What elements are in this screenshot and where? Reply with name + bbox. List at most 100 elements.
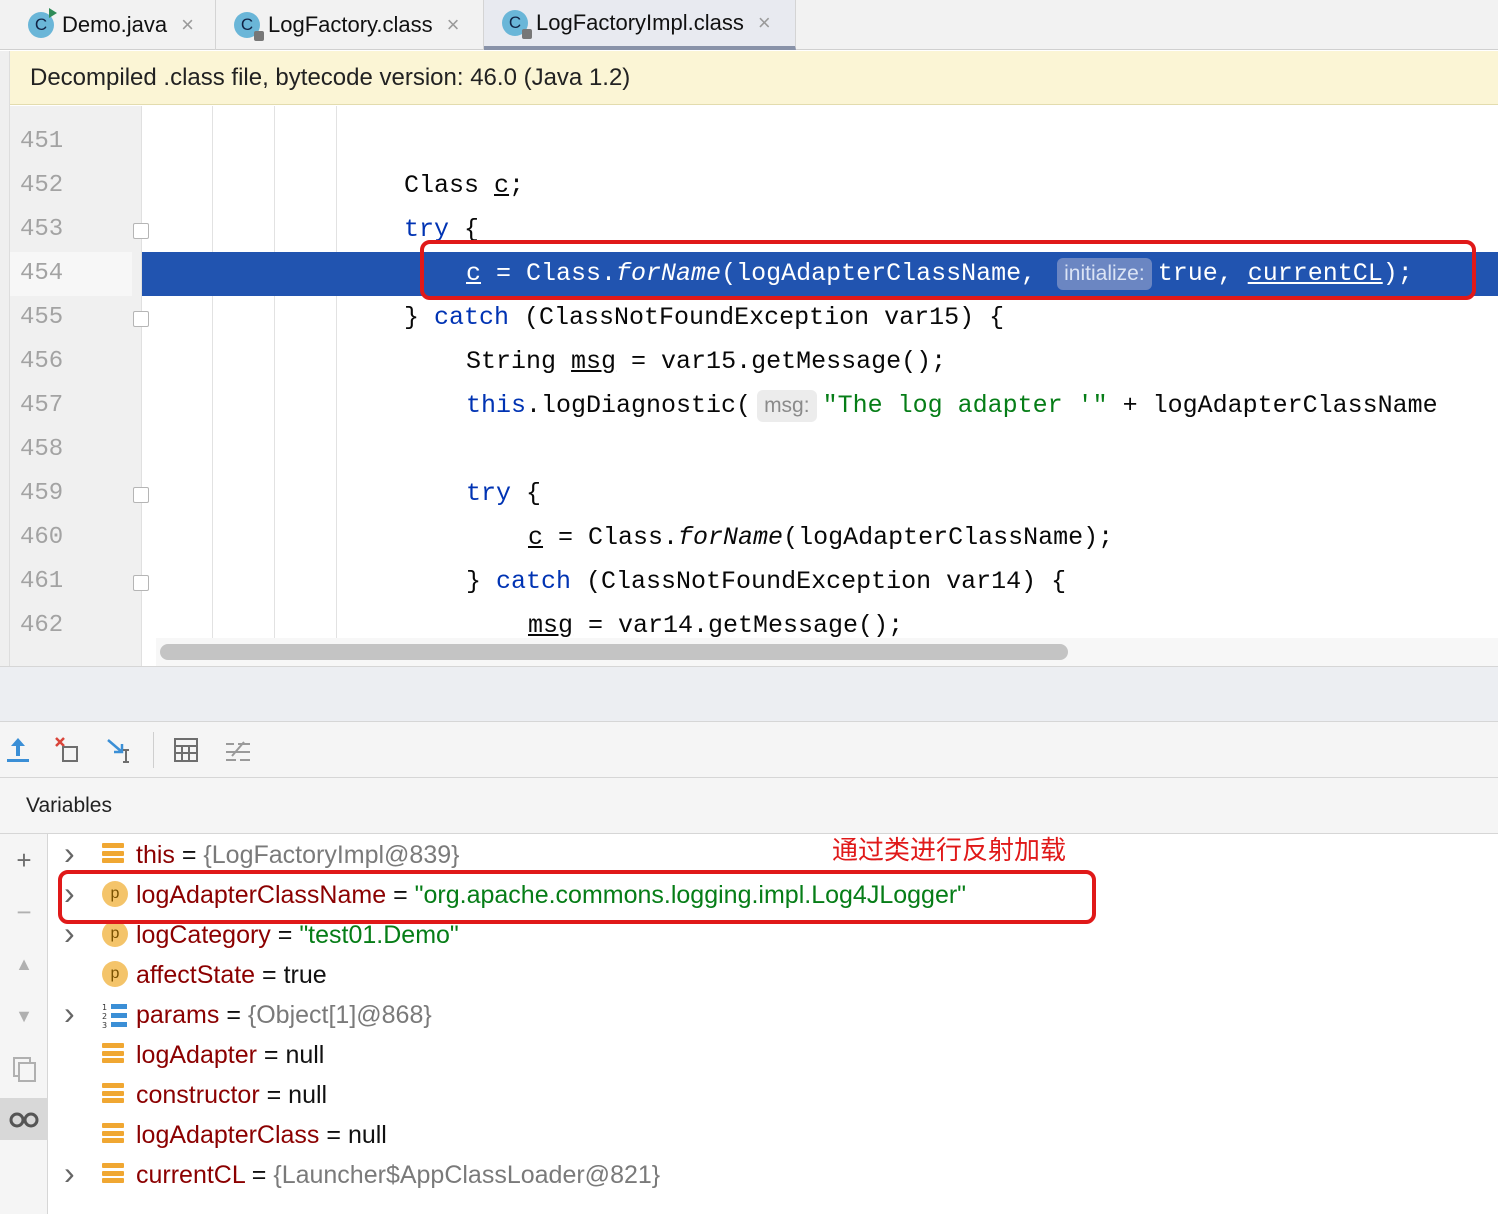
variable-name: logCategory bbox=[136, 921, 271, 949]
step-out-icon[interactable] bbox=[2, 734, 34, 766]
line-number: 455 bbox=[20, 304, 64, 331]
fold-marker-icon[interactable] bbox=[133, 311, 149, 327]
run-to-cursor-icon[interactable] bbox=[104, 734, 136, 766]
code-text: this.logDiagnostic(msg: "The log adapter … bbox=[466, 390, 1438, 422]
line-number: 457 bbox=[20, 392, 64, 419]
variables-panel-title: Variables bbox=[0, 778, 1498, 834]
line-number: 452 bbox=[20, 172, 64, 199]
tab-logfactoryimpl-class[interactable]: C LogFactoryImpl.class × bbox=[484, 0, 796, 50]
panel-splitter[interactable] bbox=[0, 666, 1498, 722]
parameter-hint: msg: bbox=[757, 390, 817, 422]
variable-equals: = bbox=[244, 1161, 274, 1189]
parameter-badge: p bbox=[102, 921, 128, 947]
variable-value: {Object[1]@868} bbox=[247, 1001, 432, 1029]
drop-frame-icon[interactable] bbox=[52, 734, 84, 766]
variable-name: params bbox=[136, 1001, 220, 1029]
code-line: 460 c = Class.forName(logAdapterClassNam… bbox=[10, 516, 1498, 560]
code-line: 452 Class c; bbox=[10, 164, 1498, 208]
variable-name: logAdapterClass bbox=[136, 1121, 320, 1149]
close-icon[interactable]: × bbox=[181, 12, 194, 38]
tab-logfactory-class[interactable]: C LogFactory.class × bbox=[216, 0, 484, 50]
code-text: c = Class.forName(logAdapterClassName); bbox=[528, 523, 1114, 552]
code-line: 455 } catch (ClassNotFoundException var1… bbox=[10, 296, 1498, 340]
variable-text: affectState = true bbox=[136, 955, 327, 995]
line-number: 458 bbox=[20, 436, 64, 463]
variable-text: currentCL = {Launcher$AppClassLoader@821… bbox=[136, 1155, 660, 1195]
variable-text: params = {Object[1]@868} bbox=[136, 995, 432, 1035]
close-icon[interactable]: × bbox=[447, 12, 460, 38]
code-line: 459 try { bbox=[10, 472, 1498, 516]
trace-current-stream-icon[interactable] bbox=[222, 734, 254, 766]
code-text: } catch (ClassNotFoundException var14) { bbox=[466, 567, 1067, 596]
field-icon bbox=[102, 842, 126, 866]
array-icon: 123 bbox=[102, 1002, 127, 1030]
move-down-icon[interactable]: ▼ bbox=[8, 1000, 40, 1032]
field-icon bbox=[102, 1042, 126, 1066]
annotation-box-variable bbox=[58, 870, 1096, 924]
line-number: 453 bbox=[20, 216, 64, 243]
class-locked-icon: C bbox=[502, 10, 532, 39]
parameter-icon: p bbox=[102, 961, 128, 987]
class-locked-icon: C bbox=[234, 12, 264, 41]
variable-equals: = bbox=[259, 1081, 289, 1109]
evaluate-expression-icon[interactable] bbox=[170, 734, 202, 766]
variable-value: "test01.Demo" bbox=[299, 921, 459, 949]
tab-label: LogFactoryImpl.class bbox=[536, 10, 744, 35]
variable-name: currentCL bbox=[136, 1161, 245, 1189]
variable-row[interactable]: › currentCL = {Launcher$AppClassLoader@82… bbox=[50, 1155, 1490, 1195]
fold-marker-icon[interactable] bbox=[133, 223, 149, 239]
annotation-label: 通过类进行反射加载 bbox=[832, 836, 1067, 866]
chevron-right-icon[interactable]: › bbox=[64, 995, 75, 1031]
variable-row[interactable]: logAdapterClass = null bbox=[50, 1115, 1490, 1155]
code-text: String msg = var15.getMessage(); bbox=[466, 347, 947, 376]
variable-equals: = bbox=[319, 1121, 348, 1149]
line-number: 456 bbox=[20, 348, 64, 375]
code-text: Class c; bbox=[404, 171, 525, 200]
line-number: 462 bbox=[20, 612, 64, 639]
parameter-badge: p bbox=[102, 961, 128, 987]
variable-row[interactable]: › this = {LogFactoryImpl@839} bbox=[50, 835, 1490, 875]
code-editor[interactable]: 451 452 Class c; 453 try { 454 c = Class… bbox=[10, 106, 1498, 666]
variable-row[interactable]: logAdapter = null bbox=[50, 1035, 1490, 1075]
line-number: 459 bbox=[20, 480, 64, 507]
toolbar-separator bbox=[153, 732, 154, 768]
java-class-run-icon: C bbox=[28, 8, 57, 38]
chevron-right-icon[interactable]: › bbox=[64, 1155, 75, 1191]
variable-name: constructor bbox=[136, 1081, 260, 1109]
variable-equals: = bbox=[256, 1041, 286, 1069]
variable-row[interactable]: › 1 2 3 params = {Object[1]@868} bbox=[50, 995, 1490, 1035]
chevron-right-icon[interactable]: › bbox=[64, 835, 75, 871]
field-icon bbox=[102, 1162, 126, 1186]
fold-marker-icon[interactable] bbox=[133, 575, 149, 591]
variable-row[interactable]: constructor = null bbox=[50, 1075, 1490, 1115]
show-watches-toggle[interactable] bbox=[0, 1098, 48, 1140]
fold-marker-icon[interactable] bbox=[133, 487, 149, 503]
line-number: 460 bbox=[20, 524, 64, 551]
decompiled-banner: Decompiled .class file, bytecode version… bbox=[10, 51, 1498, 105]
duplicate-watch-icon[interactable] bbox=[8, 1052, 40, 1084]
tab-demo-java[interactable]: C Demo.java × bbox=[0, 0, 216, 50]
code-text: try { bbox=[466, 479, 542, 508]
editor-left-strip bbox=[0, 51, 10, 666]
code-line: 457 this.logDiagnostic(msg: "The log adap… bbox=[10, 384, 1498, 428]
code-line: 456 String msg = var15.getMessage(); bbox=[10, 340, 1498, 384]
remove-watch-icon[interactable]: − bbox=[8, 896, 40, 928]
variable-value: null bbox=[285, 1041, 325, 1069]
variable-value: null bbox=[347, 1121, 387, 1149]
variable-text: this = {LogFactoryImpl@839} bbox=[136, 835, 460, 875]
scrollbar-thumb[interactable] bbox=[160, 644, 1068, 660]
editor-tab-bar: C Demo.java × C LogFactory.class × C Log… bbox=[0, 0, 1498, 50]
tab-label: LogFactory.class bbox=[268, 12, 433, 37]
line-number: 454 bbox=[10, 252, 132, 296]
move-up-icon[interactable]: ▲ bbox=[8, 948, 40, 980]
debugger-toolbar bbox=[0, 722, 1498, 778]
add-watch-icon[interactable]: + bbox=[8, 844, 40, 876]
parameter-icon: p bbox=[102, 921, 128, 947]
close-icon[interactable]: × bbox=[758, 10, 771, 36]
code-line: 458 bbox=[10, 428, 1498, 472]
code-text: } catch (ClassNotFoundException var15) { bbox=[404, 303, 1005, 332]
code-line: 451 bbox=[10, 120, 1498, 164]
variable-text: constructor = null bbox=[136, 1075, 327, 1115]
variable-equals: = bbox=[219, 1001, 248, 1029]
variable-row[interactable]: p affectState = true bbox=[50, 955, 1490, 995]
